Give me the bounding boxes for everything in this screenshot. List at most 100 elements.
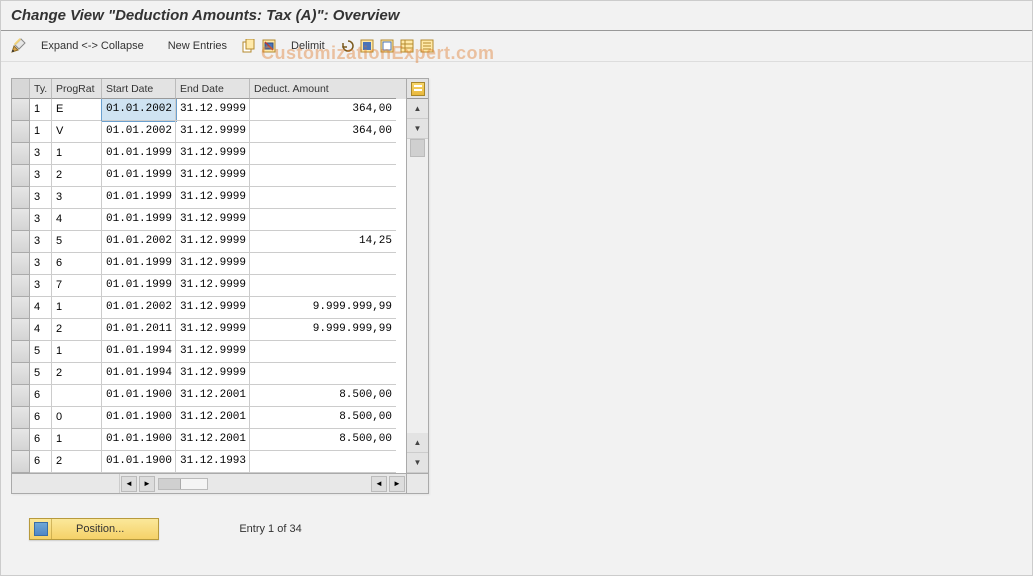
cell-deduct[interactable]: 8.500,00: [250, 407, 396, 429]
cell-startdate[interactable]: 01.01.2002: [102, 99, 176, 121]
delete-icon[interactable]: [261, 38, 277, 54]
cell-ty[interactable]: 3: [30, 253, 52, 275]
cell-startdate[interactable]: 01.01.2002: [102, 231, 176, 253]
cell-enddate[interactable]: 31.12.2001: [176, 429, 250, 451]
cell-enddate[interactable]: 31.12.9999: [176, 319, 250, 341]
row-selector[interactable]: [12, 341, 30, 363]
cell-deduct[interactable]: 8.500,00: [250, 429, 396, 451]
expand-collapse-button[interactable]: Expand <-> Collapse: [31, 38, 154, 54]
row-selector[interactable]: [12, 253, 30, 275]
table-row[interactable]: 3401.01.199931.12.9999: [12, 209, 406, 231]
table-row[interactable]: 4101.01.200231.12.99999.999.999,99: [12, 297, 406, 319]
cell-deduct[interactable]: [250, 451, 396, 473]
cell-deduct[interactable]: [250, 341, 396, 363]
v-scroll-track[interactable]: [407, 139, 428, 433]
table-row[interactable]: 3601.01.199931.12.9999: [12, 253, 406, 275]
cell-deduct[interactable]: 9.999.999,99: [250, 319, 396, 341]
cell-enddate[interactable]: 31.12.1993: [176, 451, 250, 473]
cell-ty[interactable]: 6: [30, 429, 52, 451]
cell-prograt[interactable]: 3: [52, 187, 102, 209]
cell-ty[interactable]: 3: [30, 209, 52, 231]
h-scroll-track[interactable]: [158, 478, 208, 490]
cell-deduct[interactable]: 364,00: [250, 121, 396, 143]
table-row[interactable]: 3101.01.199931.12.9999: [12, 143, 406, 165]
cell-deduct[interactable]: 8.500,00: [250, 385, 396, 407]
cell-startdate[interactable]: 01.01.1999: [102, 275, 176, 297]
cell-ty[interactable]: 3: [30, 143, 52, 165]
cell-prograt[interactable]: 1: [52, 341, 102, 363]
table-row[interactable]: 601.01.190031.12.20018.500,00: [12, 385, 406, 407]
scroll-down2-icon[interactable]: ▼: [407, 453, 428, 473]
cell-startdate[interactable]: 01.01.1999: [102, 143, 176, 165]
row-selector[interactable]: [12, 385, 30, 407]
deselect-all-icon[interactable]: [379, 38, 395, 54]
cell-deduct[interactable]: [250, 209, 396, 231]
cell-prograt[interactable]: 5: [52, 231, 102, 253]
col-header-prograt[interactable]: ProgRat: [52, 79, 102, 99]
table-row[interactable]: 5101.01.199431.12.9999: [12, 341, 406, 363]
row-selector[interactable]: [12, 319, 30, 341]
table-row[interactable]: 6001.01.190031.12.20018.500,00: [12, 407, 406, 429]
scroll-right2-icon[interactable]: ►: [389, 476, 405, 492]
select-all-icon[interactable]: [359, 38, 375, 54]
cell-enddate[interactable]: 31.12.9999: [176, 297, 250, 319]
scroll-left2-icon[interactable]: ◄: [371, 476, 387, 492]
cell-prograt[interactable]: 6: [52, 253, 102, 275]
scroll-left-icon[interactable]: ◄: [121, 476, 137, 492]
cell-enddate[interactable]: 31.12.9999: [176, 253, 250, 275]
cell-ty[interactable]: 6: [30, 451, 52, 473]
row-selector[interactable]: [12, 297, 30, 319]
print-icon[interactable]: [419, 38, 435, 54]
cell-startdate[interactable]: 01.01.2002: [102, 297, 176, 319]
cell-ty[interactable]: 1: [30, 99, 52, 121]
cell-deduct[interactable]: 9.999.999,99: [250, 297, 396, 319]
table-row[interactable]: 3701.01.199931.12.9999: [12, 275, 406, 297]
cell-prograt[interactable]: 4: [52, 209, 102, 231]
cell-startdate[interactable]: 01.01.1999: [102, 253, 176, 275]
col-header-ty[interactable]: Ty.: [30, 79, 52, 99]
row-selector[interactable]: [12, 99, 30, 121]
cell-ty[interactable]: 5: [30, 341, 52, 363]
scroll-up2-icon[interactable]: ▲: [407, 433, 428, 453]
table-row[interactable]: 6201.01.190031.12.1993: [12, 451, 406, 473]
row-selector[interactable]: [12, 429, 30, 451]
cell-prograt[interactable]: 7: [52, 275, 102, 297]
undo-icon[interactable]: [339, 38, 355, 54]
cell-startdate[interactable]: 01.01.1900: [102, 407, 176, 429]
table-row[interactable]: 1E01.01.200231.12.9999364,00: [12, 99, 406, 121]
cell-prograt[interactable]: 2: [52, 363, 102, 385]
cell-deduct[interactable]: [250, 187, 396, 209]
cell-ty[interactable]: 1: [30, 121, 52, 143]
cell-deduct[interactable]: [250, 363, 396, 385]
cell-ty[interactable]: 4: [30, 319, 52, 341]
cell-prograt[interactable]: 2: [52, 165, 102, 187]
cell-enddate[interactable]: 31.12.9999: [176, 187, 250, 209]
new-entries-button[interactable]: New Entries: [158, 38, 237, 54]
cell-ty[interactable]: 5: [30, 363, 52, 385]
cell-ty[interactable]: 3: [30, 275, 52, 297]
cell-ty[interactable]: 3: [30, 165, 52, 187]
col-header-deduct[interactable]: Deduct. Amount: [250, 79, 396, 99]
scroll-down-icon[interactable]: ▼: [407, 119, 428, 139]
configure-columns-icon[interactable]: [407, 79, 428, 99]
table-row[interactable]: 1V01.01.200231.12.9999364,00: [12, 121, 406, 143]
cell-ty[interactable]: 3: [30, 231, 52, 253]
delimit-button[interactable]: Delimit: [281, 38, 335, 54]
cell-enddate[interactable]: 31.12.9999: [176, 99, 250, 121]
row-selector[interactable]: [12, 209, 30, 231]
cell-deduct[interactable]: 364,00: [250, 99, 396, 121]
row-selector[interactable]: [12, 363, 30, 385]
cell-deduct[interactable]: [250, 253, 396, 275]
cell-prograt[interactable]: 0: [52, 407, 102, 429]
cell-enddate[interactable]: 31.12.9999: [176, 121, 250, 143]
table-row[interactable]: 5201.01.199431.12.9999: [12, 363, 406, 385]
cell-prograt[interactable]: 1: [52, 297, 102, 319]
cell-enddate[interactable]: 31.12.9999: [176, 209, 250, 231]
row-selector[interactable]: [12, 121, 30, 143]
col-header-enddate[interactable]: End Date: [176, 79, 250, 99]
cell-prograt[interactable]: 2: [52, 451, 102, 473]
row-selector[interactable]: [12, 187, 30, 209]
scroll-up-icon[interactable]: ▲: [407, 99, 428, 119]
table-settings-icon[interactable]: [399, 38, 415, 54]
cell-startdate[interactable]: 01.01.2011: [102, 319, 176, 341]
